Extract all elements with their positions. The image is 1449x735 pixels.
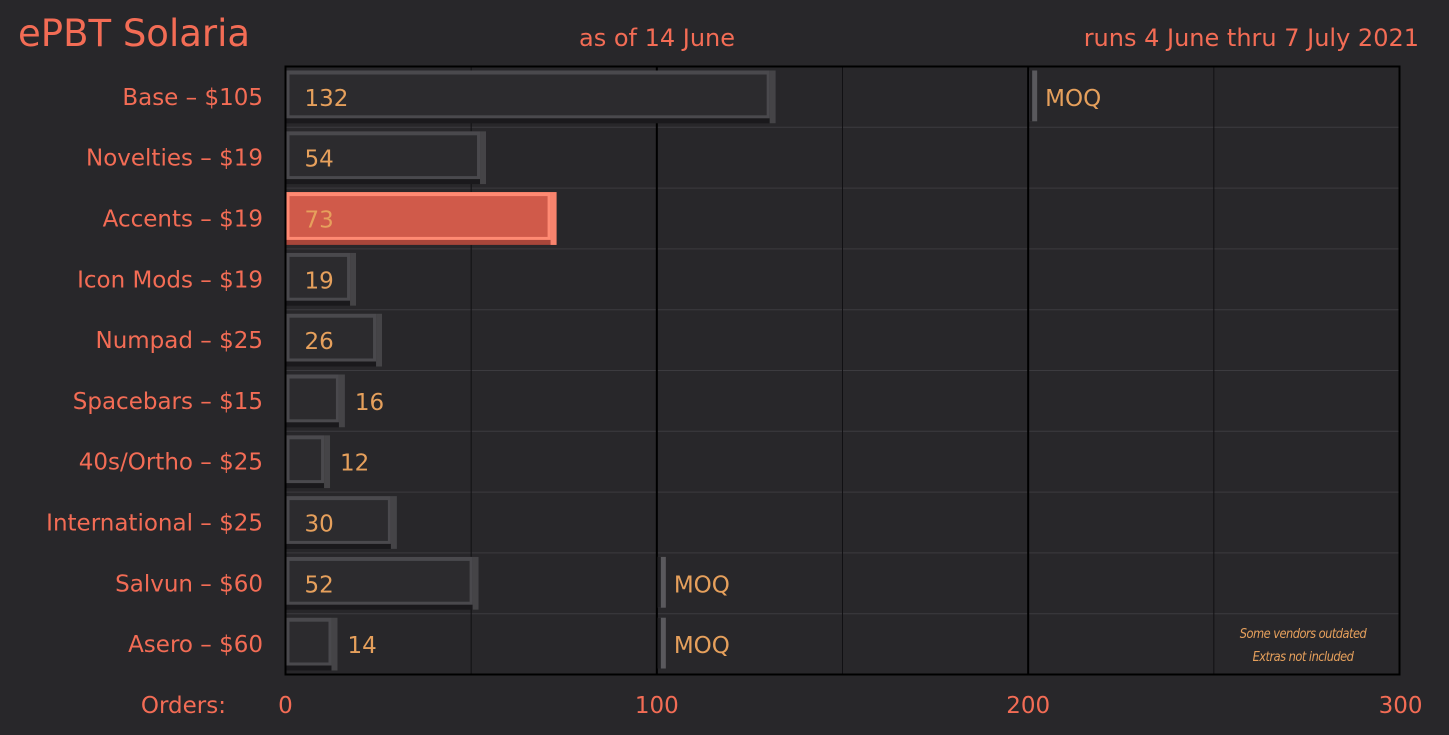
moq-label: MOQ: [674, 633, 730, 659]
bar-value-label: 132: [305, 86, 349, 112]
bar-value-label: 14: [347, 633, 376, 659]
bar-end: [550, 192, 557, 245]
category-label: Icon Mods – $19: [77, 267, 263, 293]
bar-end: [769, 70, 776, 124]
moq-marker-edge: [657, 617, 661, 669]
orders-bar-chart: 132 Base – $105 MOQ 54 Novelties – $19 73 Acce…: [46, 65, 1423, 719]
bar-value-label: 19: [305, 268, 334, 294]
bar-end: [338, 374, 345, 428]
category-label: Novelties – $19: [86, 146, 263, 172]
note-extras: Extras not included: [1252, 650, 1354, 665]
bar-value-label: 54: [305, 147, 334, 173]
category-label: Asero – $60: [128, 632, 263, 658]
x-tick-label: 300: [1379, 693, 1423, 719]
moq-marker-edge: [657, 556, 661, 608]
category-label: Base – $105: [122, 85, 263, 111]
bar-value-label: 30: [305, 512, 334, 538]
bar: [289, 74, 767, 116]
moq-label: MOQ: [674, 572, 730, 598]
bar-end: [472, 556, 479, 610]
bar-value-label: 12: [340, 451, 369, 477]
bar: [289, 378, 336, 420]
bar-end: [390, 496, 397, 549]
bar-end: [331, 617, 338, 671]
bar-end: [350, 252, 357, 306]
category-label: Spacebars – $15: [73, 389, 263, 415]
bar-end: [376, 313, 383, 367]
moq-label: MOQ: [1045, 86, 1101, 112]
bar-value-label: 16: [355, 390, 384, 416]
category-label: International – $25: [46, 511, 263, 537]
bar-value-label: 73: [305, 208, 334, 234]
x-axis-label: Orders:: [141, 693, 226, 719]
x-tick-label: 100: [635, 693, 679, 719]
bar-end: [480, 131, 487, 185]
moq-marker-edge: [1029, 70, 1033, 122]
x-tick-label: 0: [278, 693, 293, 719]
category-label: Numpad – $25: [95, 328, 263, 354]
bar-value-label: 26: [305, 329, 334, 355]
category-label: 40s/Ortho – $25: [79, 450, 263, 476]
category-label: Salvun – $60: [115, 571, 263, 597]
category-label: Accents – $19: [103, 207, 263, 233]
bar: [289, 621, 329, 663]
bar-value-label: 52: [305, 572, 334, 598]
x-tick-label: 200: [1006, 693, 1050, 719]
note-vendors: Some vendors outdated: [1239, 627, 1367, 642]
bar: [289, 439, 322, 481]
bar-end: [324, 435, 331, 489]
